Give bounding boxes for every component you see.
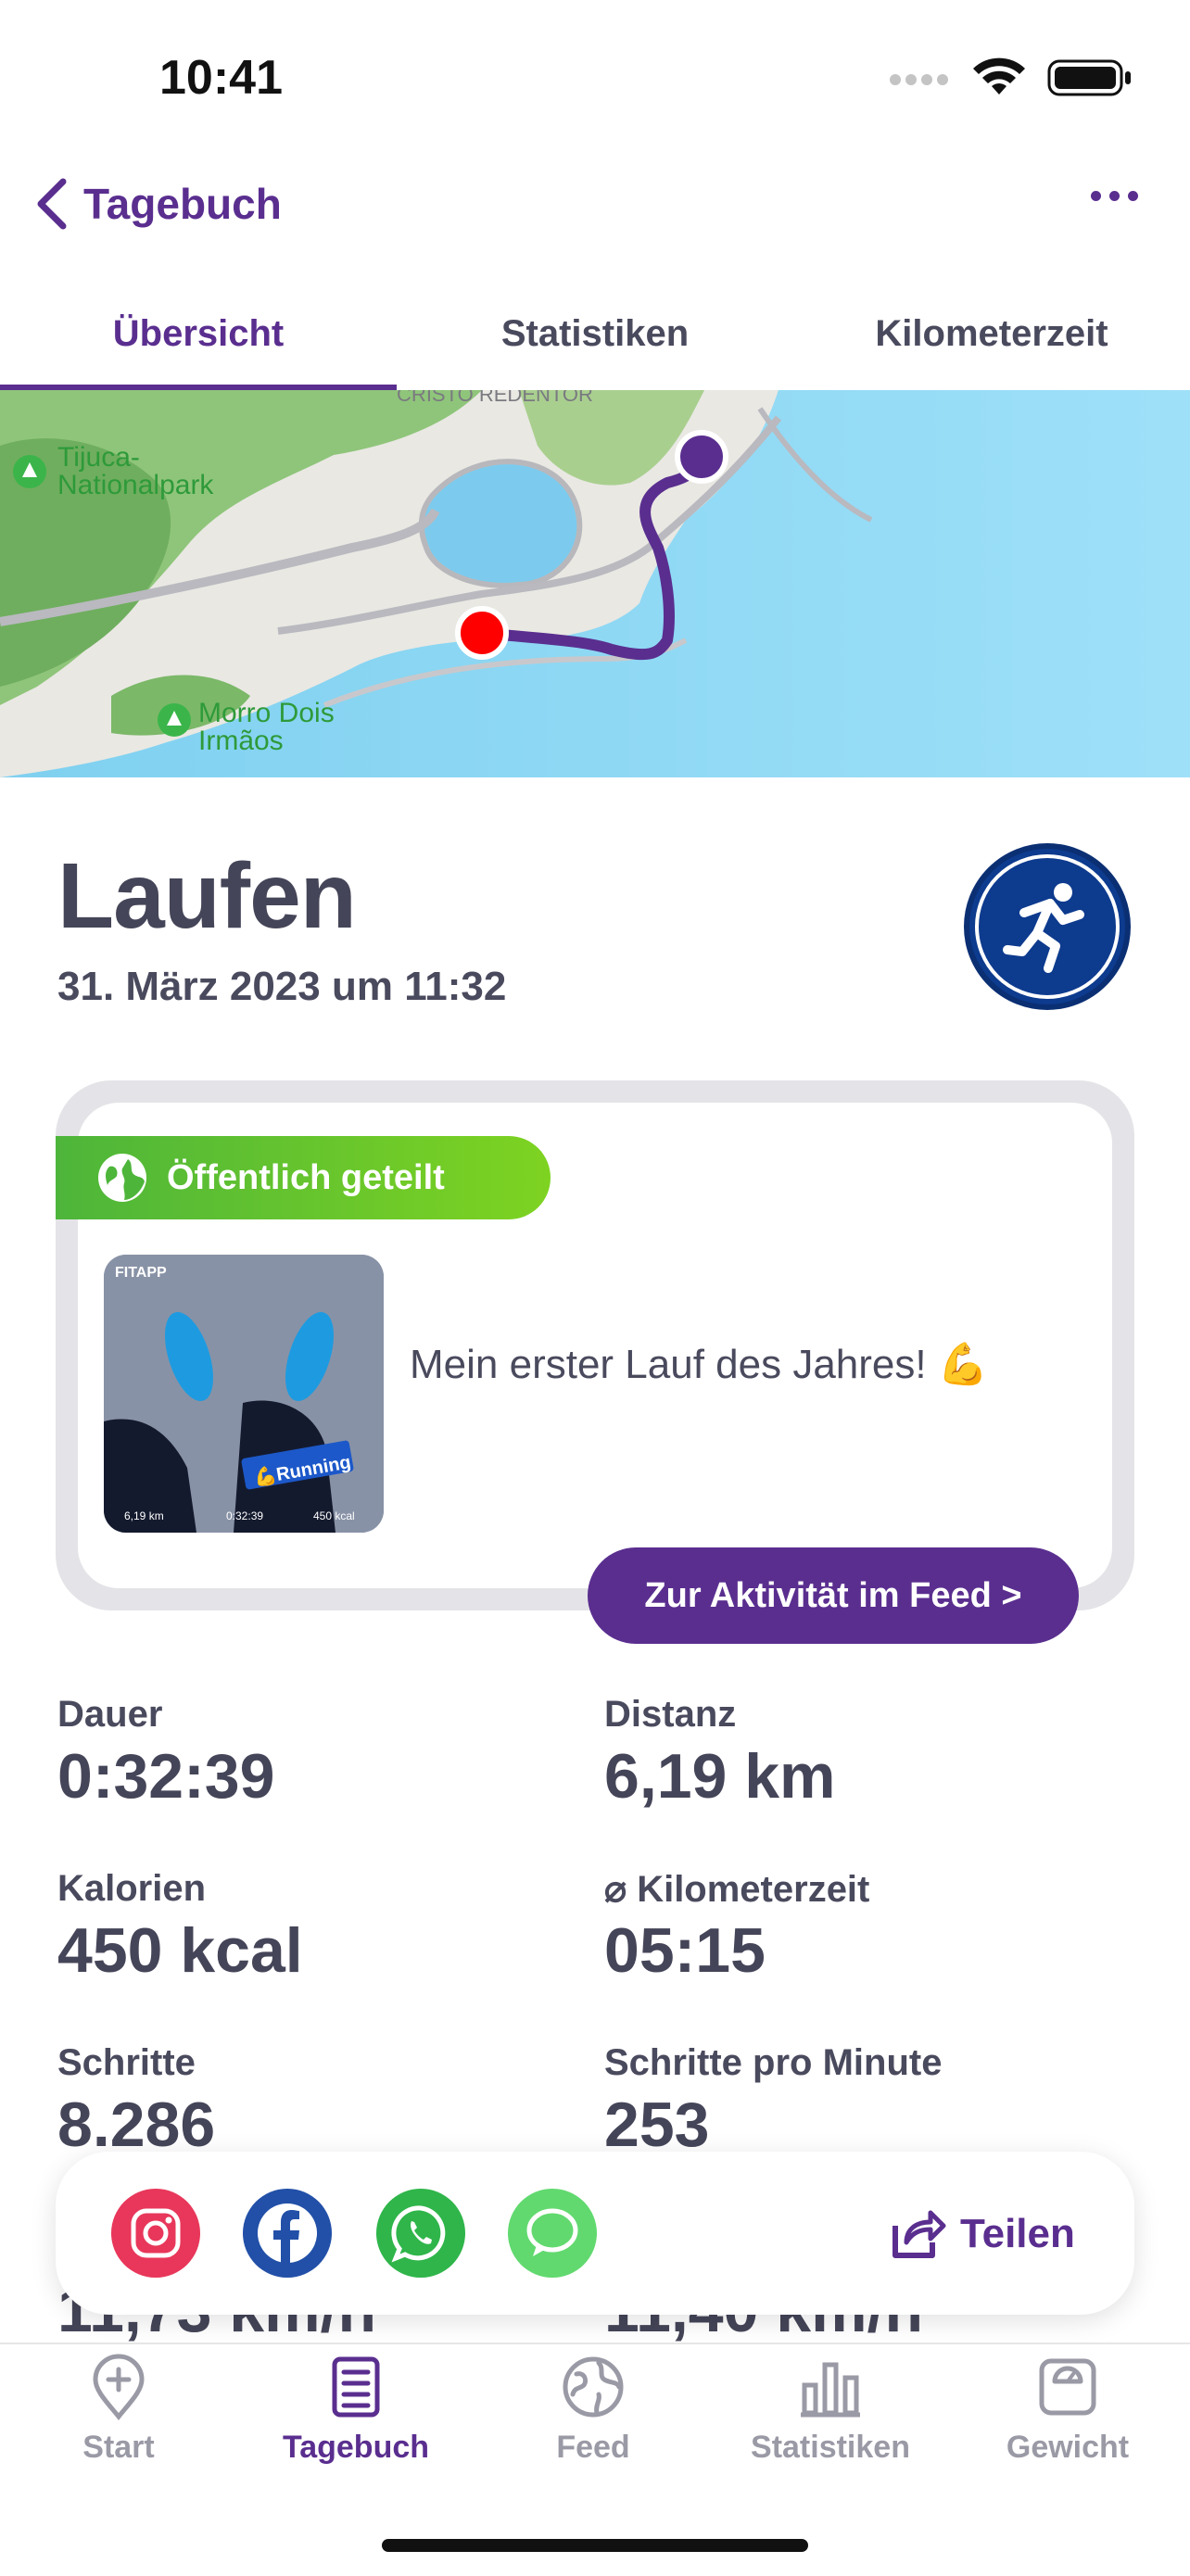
globe-icon [563,2356,624,2418]
tabbar-start[interactable]: Start [0,2354,237,2466]
stat-label-calories: Kalorien [57,1868,207,1909]
activity-title: Laufen [57,844,357,948]
stat-label-avg-pace: ⌀ Kilometerzeit [604,1869,870,1910]
globe-icon [98,1154,146,1202]
svg-text:Nationalpark: Nationalpark [57,470,214,500]
home-indicator [382,2539,808,2552]
view-in-feed-button[interactable]: Zur Aktivität im Feed > [588,1547,1079,1644]
whatsapp-share-button[interactable] [376,2189,465,2278]
public-shared-label: Öffentlich geteilt [167,1157,445,1197]
route-start-marker [455,606,509,660]
stat-label-distance: Distanz [604,1694,737,1735]
svg-text:0:32:39: 0:32:39 [226,1509,263,1522]
tabbar-feed[interactable]: Feed [475,2354,712,2466]
stat-label-steps: Schritte [57,2042,196,2083]
back-label: Tagebuch [83,180,282,228]
stat-label-duration: Dauer [57,1694,163,1735]
back-button[interactable]: Tagebuch [33,176,282,232]
public-shared-badge: Öffentlich geteilt [56,1136,551,1219]
tabbar-statistics[interactable]: Statistiken [712,2354,949,2466]
stat-label-cadence: Schritte pro Minute [604,2042,943,2083]
tabbar-weight[interactable]: Gewicht [949,2354,1186,2466]
diary-icon [332,2356,380,2418]
running-sport-icon [964,843,1131,1010]
instagram-icon [131,2208,181,2258]
share-label[interactable]: Teilen [960,2211,1075,2257]
messages-share-button[interactable] [508,2189,597,2278]
whatsapp-icon [391,2205,446,2263]
svg-text:Irmãos: Irmãos [198,726,284,756]
stat-value-cadence: 253 [604,2090,710,2160]
instagram-share-button[interactable] [111,2189,200,2278]
chevron-left-icon [37,178,67,230]
svg-text:6,19 km: 6,19 km [124,1509,164,1522]
tabbar-diary[interactable]: Tagebuch [237,2354,475,2466]
facebook-icon [258,2203,317,2266]
bar-chart-icon [801,2362,860,2418]
facebook-share-button[interactable] [243,2189,332,2278]
more-options-button[interactable] [1091,191,1138,201]
activity-date: 31. März 2023 um 11:32 [57,964,507,1009]
stat-value-steps: 8.286 [57,2090,216,2160]
scale-icon [1039,2358,1096,2416]
pin-plus-icon [93,2354,145,2420]
svg-text:Tijuca-: Tijuca- [57,442,140,473]
svg-text:Morro Dois: Morro Dois [198,698,335,728]
wifi-icon [973,57,1025,95]
segment-tabs: Übersicht Statistiken Kilometerzeit [0,297,1190,389]
battery-icon [1047,59,1131,96]
tab-overview[interactable]: Übersicht [0,297,397,371]
stat-value-avg-pace: 05:15 [604,1915,766,1986]
svg-text:450 kcal: 450 kcal [313,1509,355,1522]
stat-value-duration: 0:32:39 [57,1741,275,1812]
stat-value-distance: 6,19 km [604,1741,836,1812]
message-bubble-icon [526,2208,578,2256]
svg-text:CRISTO REDENTOR: CRISTO REDENTOR [397,390,593,406]
stat-value-calories: 450 kcal [57,1915,303,1986]
route-end-marker [675,430,728,484]
cellular-signal-icon [890,74,948,85]
route-map[interactable]: CRISTO REDENTOR Tijuca- Nationalpark Mor… [0,390,1190,777]
tab-statistics[interactable]: Statistiken [397,297,793,371]
status-time: 10:41 [159,51,283,105]
share-icon[interactable] [888,2202,947,2261]
svg-text:FITAPP: FITAPP [115,1265,167,1281]
post-thumbnail[interactable]: 💪Running FITAPP 6,19 km 0:32:39 450 kcal [104,1255,384,1533]
tab-kilometer-time[interactable]: Kilometerzeit [793,297,1190,371]
status-icons [888,57,1133,98]
post-caption: Mein erster Lauf des Jahres! 💪 [410,1342,989,1387]
